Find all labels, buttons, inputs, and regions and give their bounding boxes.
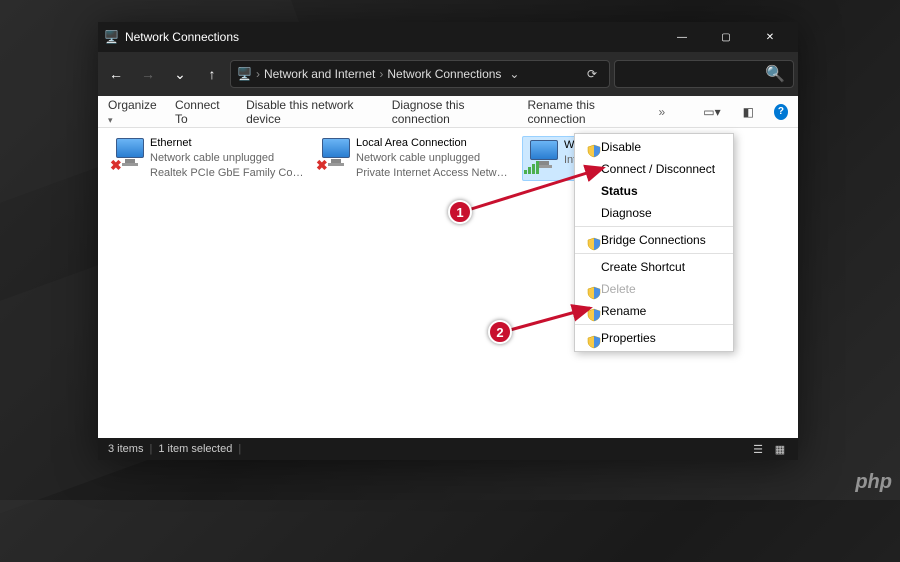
adapter-device: Private Internet Access Network A... <box>356 166 512 181</box>
organize-menu[interactable]: Organize <box>108 98 157 126</box>
search-box[interactable]: 🔍 <box>614 60 794 88</box>
window-title: Network Connections <box>125 30 239 44</box>
menu-delete: Delete <box>575 278 733 300</box>
back-button[interactable]: ← <box>102 60 130 88</box>
help-button[interactable]: ? <box>774 104 788 120</box>
adapter-status: Network cable unplugged <box>150 151 306 166</box>
adapter-icon: ✖ <box>316 136 356 176</box>
breadcrumb-part[interactable]: Network Connections <box>387 67 501 81</box>
adapter-name: Ethernet <box>150 136 306 151</box>
menu-connect-disconnect[interactable]: Connect / Disconnect <box>575 158 733 180</box>
chevron-right-icon: › <box>256 67 260 81</box>
disconnected-icon: ✖ <box>110 157 122 174</box>
minimize-button[interactable]: — <box>660 22 704 52</box>
adapter-icon: ✖ <box>110 136 150 176</box>
adapter-device: Realtek PCIe GbE Family Controller <box>150 166 306 181</box>
menu-create-shortcut[interactable]: Create Shortcut <box>575 256 733 278</box>
menu-status[interactable]: Status <box>575 180 733 202</box>
status-bar: 3 items | 1 item selected | ☰ ▦ <box>98 438 798 460</box>
item-count: 3 items <box>108 443 143 455</box>
menu-properties[interactable]: Properties <box>575 327 733 349</box>
annotation-marker-2: 2 <box>488 320 512 344</box>
large-icons-view-icon[interactable]: ▦ <box>772 442 788 456</box>
nav-row: ← → ⌄ ↑ 🖥️ › Network and Internet › Netw… <box>98 52 798 96</box>
adapter-name: Local Area Connection <box>356 136 512 151</box>
rename-button[interactable]: Rename this connection <box>528 98 641 126</box>
titlebar: 🖥️ Network Connections — ▢ ✕ <box>98 22 798 52</box>
preview-pane-button[interactable]: ◧ <box>741 105 756 119</box>
disable-device-button[interactable]: Disable this network device <box>246 98 374 126</box>
disconnected-icon: ✖ <box>316 157 328 174</box>
adapter-icon <box>524 138 564 178</box>
chevron-right-icon: › <box>379 67 383 81</box>
refresh-button[interactable]: ⟳ <box>581 67 603 81</box>
menu-diagnose[interactable]: Diagnose <box>575 202 733 224</box>
overflow-button[interactable]: » <box>659 105 666 119</box>
connect-to-button[interactable]: Connect To <box>175 98 228 126</box>
close-button[interactable]: ✕ <box>748 22 792 52</box>
selection-count: 1 item selected <box>158 443 232 455</box>
watermark: php <box>855 471 892 494</box>
forward-button[interactable]: → <box>134 60 162 88</box>
breadcrumb-part[interactable]: Network and Internet <box>264 67 375 81</box>
maximize-button[interactable]: ▢ <box>704 22 748 52</box>
address-dropdown-icon[interactable]: ⌄ <box>505 67 523 81</box>
menu-rename[interactable]: Rename <box>575 300 733 322</box>
annotation-marker-1: 1 <box>448 200 472 224</box>
menu-bridge-connections[interactable]: Bridge Connections <box>575 229 733 251</box>
view-options-button[interactable]: ▭▾ <box>701 105 722 119</box>
search-icon: 🔍 <box>765 64 785 84</box>
address-bar[interactable]: 🖥️ › Network and Internet › Network Conn… <box>230 60 610 88</box>
signal-bars-icon <box>524 161 539 174</box>
app-icon: 🖥️ <box>104 30 119 44</box>
breadcrumb-icon: 🖥️ <box>237 67 252 81</box>
command-bar: Organize Connect To Disable this network… <box>98 96 798 128</box>
adapter-status: Network cable unplugged <box>356 151 512 166</box>
context-menu: Disable Connect / Disconnect Status Diag… <box>574 133 734 352</box>
adapter-local-area-connection[interactable]: ✖ Local Area Connection Network cable un… <box>316 136 512 181</box>
diagnose-button[interactable]: Diagnose this connection <box>392 98 510 126</box>
recent-locations-button[interactable]: ⌄ <box>166 60 194 88</box>
menu-disable[interactable]: Disable <box>575 136 733 158</box>
details-view-icon[interactable]: ☰ <box>750 442 766 456</box>
up-button[interactable]: ↑ <box>198 60 226 88</box>
adapter-ethernet[interactable]: ✖ Ethernet Network cable unplugged Realt… <box>110 136 306 181</box>
